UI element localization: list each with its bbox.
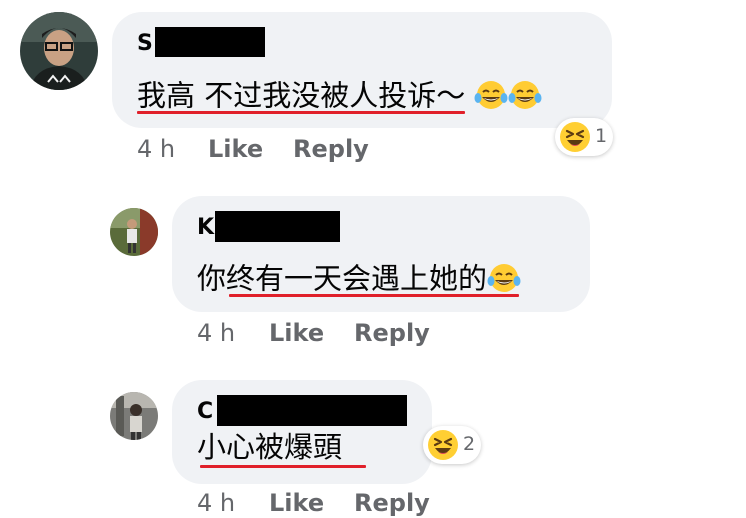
redaction-bar (155, 27, 265, 57)
comment-text-content: 我高 不过我没被人投诉～ (137, 78, 466, 113)
laughing-emoji-icon (427, 429, 459, 465)
avatar[interactable] (20, 12, 98, 90)
reaction-summary[interactable]: 1 (555, 118, 613, 156)
reply-button[interactable]: Reply (293, 135, 369, 163)
author-name[interactable]: C (197, 399, 213, 424)
author-name[interactable]: K (197, 215, 214, 240)
reaction-summary[interactable]: 2 (423, 426, 481, 464)
avatar[interactable] (110, 392, 158, 440)
red-underline-annotation (200, 465, 366, 468)
redaction-bar (217, 395, 407, 426)
laughing-emoji-icon (559, 121, 591, 157)
reaction-count: 1 (595, 125, 608, 147)
comment-timestamp[interactable]: 4 h (137, 135, 175, 163)
like-button[interactable]: Like (269, 319, 324, 347)
reply-button[interactable]: Reply (354, 489, 430, 517)
comment-timestamp[interactable]: 4 h (197, 489, 235, 517)
tears-of-joy-icon (508, 79, 542, 116)
redaction-bar (215, 211, 340, 242)
like-button[interactable]: Like (269, 489, 324, 517)
red-underline-annotation (229, 294, 519, 297)
reaction-count: 2 (463, 433, 476, 455)
tears-of-joy-icon (474, 79, 508, 116)
comment-text-content: 你终有一天会遇上她的 (197, 261, 488, 296)
author-name[interactable]: S (137, 31, 153, 56)
like-button[interactable]: Like (208, 135, 263, 163)
red-underline-annotation (137, 111, 465, 114)
comment-text: 小心被爆頭 (197, 430, 343, 464)
reply-button[interactable]: Reply (354, 319, 430, 347)
avatar[interactable] (110, 208, 158, 256)
comment-timestamp[interactable]: 4 h (197, 319, 235, 347)
